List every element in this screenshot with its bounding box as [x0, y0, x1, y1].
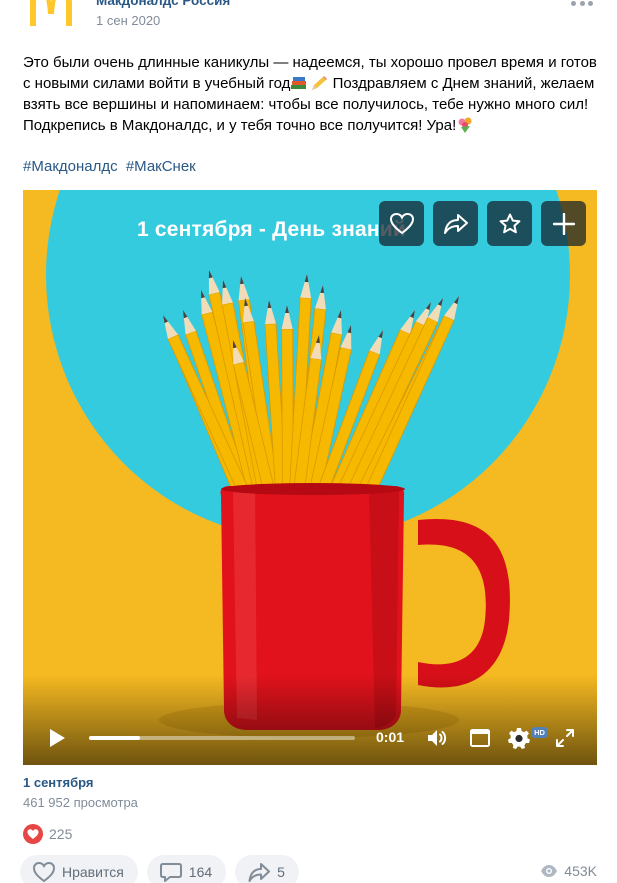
heart-outline-icon — [32, 861, 56, 883]
share-video-button[interactable] — [433, 201, 478, 246]
post-text-line: с новыми силами войти в учебный год — [23, 75, 291, 92]
progress-fill — [89, 736, 140, 740]
share-button[interactable]: 5 — [235, 855, 299, 883]
settings-gear-icon[interactable] — [507, 726, 531, 750]
post-date[interactable]: 1 сен 2020 — [96, 13, 160, 28]
comment-button[interactable]: 164 — [146, 855, 227, 883]
plus-icon — [552, 212, 575, 235]
star-icon — [499, 213, 520, 233]
time-display: 0:01 — [376, 729, 405, 745]
shares-count: 5 — [277, 864, 285, 880]
post-text-line: Это были очень длинные каникулы — надеем… — [23, 54, 597, 71]
post-views-count: 453K — [564, 863, 597, 879]
hashtag-link[interactable]: #МакСнек — [126, 158, 196, 175]
add-video-button[interactable] — [541, 201, 586, 246]
mcdonalds-logo[interactable] — [26, 0, 76, 26]
hd-badge: HD — [531, 727, 548, 738]
reactions-count: 225 — [49, 826, 73, 842]
share-icon — [248, 863, 271, 882]
pencil-emoji-icon — [312, 76, 328, 90]
like-button[interactable]: Нравится — [20, 855, 138, 883]
reactions-summary[interactable]: 225 — [23, 824, 72, 844]
video-views: 461 952 просмотра — [23, 795, 138, 810]
post-text-line: Поздравляем с Днем знаний, желаем — [328, 75, 595, 92]
hashtags: #Макдоналдс #МакСнек — [23, 158, 200, 175]
more-icon[interactable] — [571, 0, 593, 8]
bookmark-video-button[interactable] — [487, 201, 532, 246]
fullscreen-icon[interactable] — [553, 726, 577, 750]
books-emoji-icon — [291, 77, 307, 89]
comments-count: 164 — [188, 864, 213, 880]
heart-reaction-icon — [23, 824, 43, 844]
controls-shade — [23, 675, 597, 765]
bouquet-emoji-icon — [458, 117, 472, 133]
like-label: Нравится — [62, 864, 124, 880]
video-overlay-title: 1 сентября - День знаний — [137, 218, 406, 241]
post-text: Это были очень длинные каникулы — надеем… — [23, 52, 603, 136]
share-icon — [443, 213, 468, 234]
heart-outline-icon — [389, 212, 414, 234]
author-name[interactable]: Макдоналдс Россия — [96, 0, 230, 8]
post-views: 453K — [540, 863, 597, 879]
eye-icon — [541, 865, 558, 877]
hashtag-link[interactable]: #Макдоналдс — [23, 158, 118, 175]
volume-icon[interactable] — [425, 726, 449, 750]
video-player[interactable]: 1 сентября - День знаний 0:01 HD — [23, 190, 597, 765]
post-text-line: Подкрепись в Макдоналдс, и у тебя точно … — [23, 117, 457, 134]
like-video-button[interactable] — [379, 201, 424, 246]
post-text-line: взять все вершины и напоминаем: чтобы вс… — [23, 96, 589, 113]
video-caption[interactable]: 1 сентября — [23, 775, 94, 790]
mini-player-icon[interactable] — [468, 726, 492, 750]
progress-bar[interactable] — [89, 736, 355, 740]
post-header: Макдоналдс Россия 1 сен 2020 — [0, 0, 617, 40]
play-icon[interactable] — [45, 726, 69, 750]
comment-icon — [159, 863, 182, 882]
post-actions: Нравится 164 5 — [20, 855, 308, 883]
